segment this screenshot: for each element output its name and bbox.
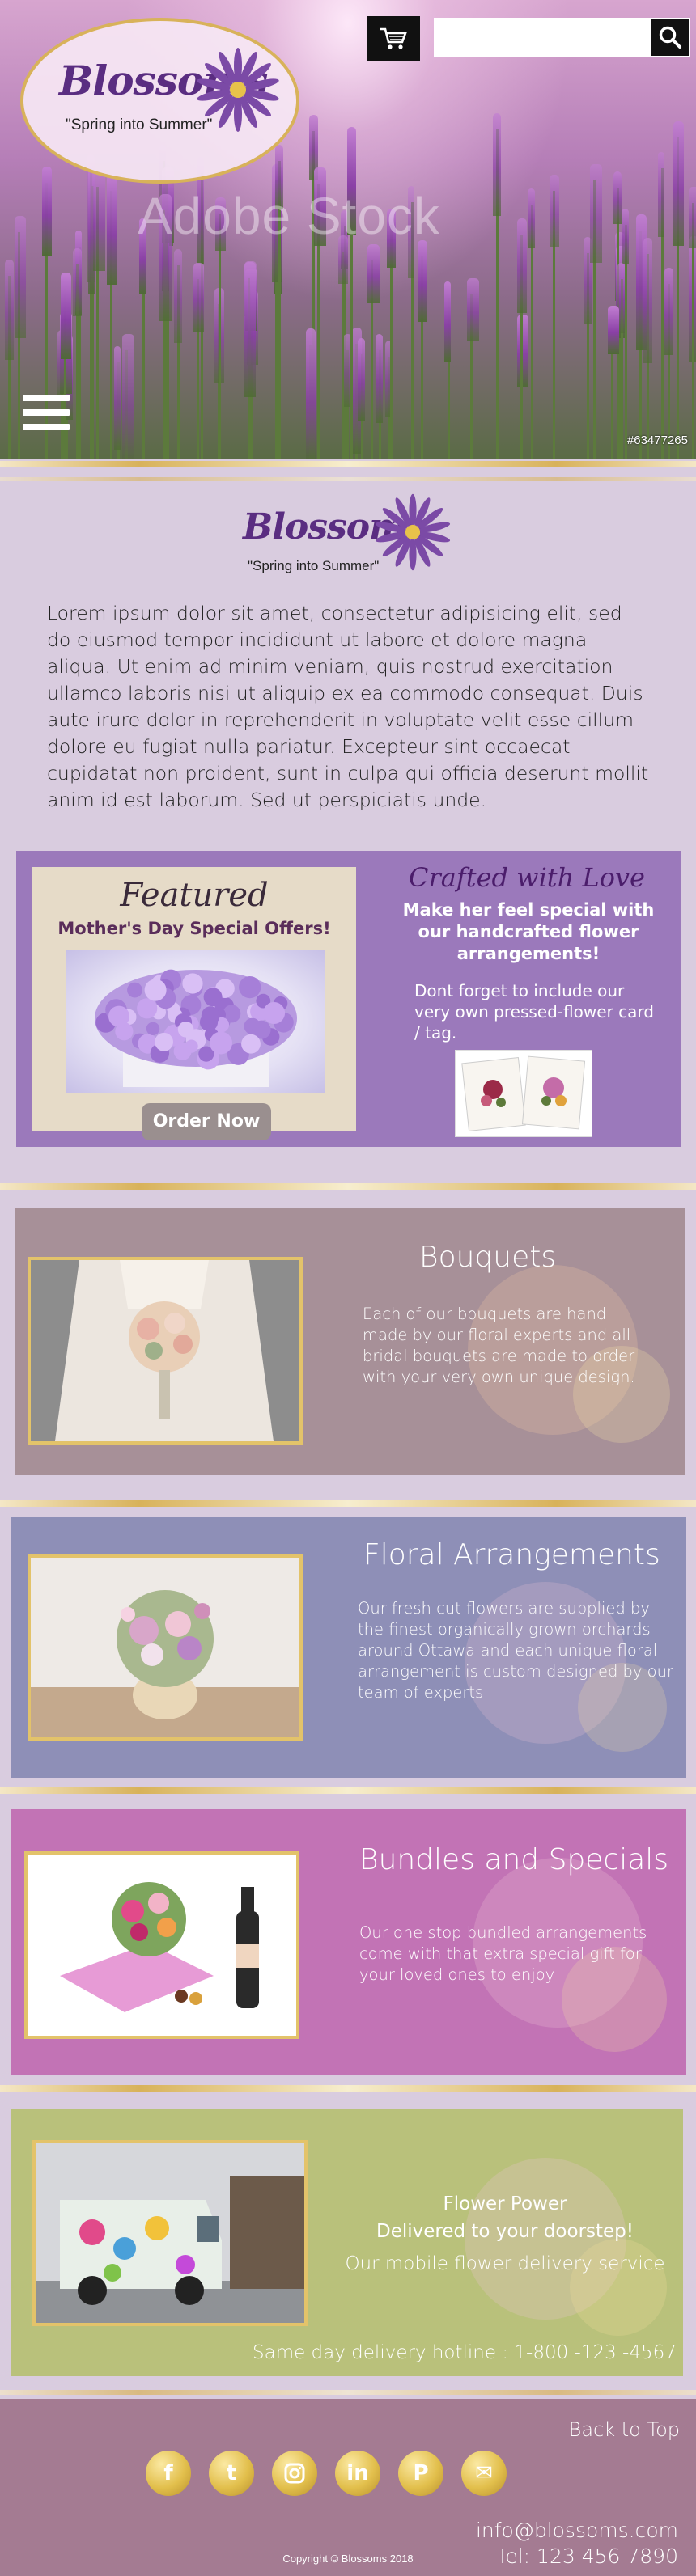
linkedin-icon[interactable]: in (335, 2451, 380, 2496)
search-button[interactable] (651, 18, 690, 57)
gift-bundle-photo (24, 1851, 299, 2039)
gold-divider (0, 477, 696, 481)
delivery-hotline[interactable]: Same day delivery hotline : 1-800 -123 -… (253, 2342, 677, 2363)
logo[interactable]: Blossoms "Spring into Summer" (20, 18, 299, 184)
twitter-icon[interactable]: t (209, 2451, 254, 2496)
delivery-title-line1: Flower Power (443, 2193, 567, 2214)
hamburger-menu-icon[interactable] (23, 395, 70, 442)
gold-divider (0, 2085, 696, 2092)
order-now-button[interactable]: Order Now (142, 1103, 271, 1140)
cart-button[interactable] (367, 16, 420, 61)
floral-arrangements-section: Floral Arrangements Our fresh cut flower… (11, 1517, 686, 1778)
bundles-specials-section: Bundles and Specials Our one stop bundle… (11, 1809, 686, 2075)
search-input[interactable] (434, 18, 651, 57)
search-icon (659, 26, 681, 49)
footer-email[interactable]: info@blossoms.com (476, 2519, 678, 2542)
logo-tagline: "Spring into Summer" (248, 558, 380, 573)
crafted-note: Dont forget to include our very own pres… (414, 981, 654, 1043)
crafted-title: Crafted with Love (409, 862, 645, 893)
featured-panel: Featured Mother's Day Special Offers! Or… (16, 851, 681, 1147)
logo-tagline: "Spring into Summer" (66, 116, 213, 133)
gold-divider (0, 2390, 696, 2395)
intro-paragraph: Lorem ipsum dolor sit amet, consectetur … (47, 602, 649, 811)
delivery-title-line2: Delivered to your doorstep! (376, 2221, 634, 2242)
delivery-section: Flower Power Delivered to your doorstep!… (11, 2109, 683, 2376)
featured-card: Featured Mother's Day Special Offers! Or… (32, 867, 356, 1140)
email-icon[interactable]: ✉ (461, 2451, 507, 2496)
crafted-subtitle: Make her feel special with our handcraft… (402, 900, 655, 963)
hero-banner: Adobe Stock #63477265 Blossoms "Spring i… (0, 0, 696, 459)
daisy-logo-icon (375, 493, 451, 571)
delivery-tagline: Our mobile flower delivery service (345, 2253, 665, 2274)
intro-logo: Blossoms "Spring into Summer" (235, 492, 453, 589)
facebook-icon[interactable]: f (146, 2451, 191, 2496)
arrangements-title: Floral Arrangements (363, 1538, 660, 1571)
instagram-icon[interactable] (272, 2451, 317, 2496)
shopping-cart-icon (380, 27, 407, 49)
bridal-bouquet-photo (28, 1257, 303, 1445)
bouquets-section: Bouquets Each of our bouquets are hand m… (15, 1208, 685, 1475)
pinterest-icon[interactable]: P (398, 2451, 443, 2496)
flower-arrangement-photo (28, 1554, 303, 1741)
bundles-text: Our one stop bundled arrangements come w… (359, 1923, 647, 1984)
footer: Back to Top f t in P ✉ info@blossoms.com Tel… (0, 2399, 696, 2576)
rose-arrangement-image (66, 950, 325, 1093)
gold-divider (0, 1183, 696, 1190)
pressed-flower-cards-image (455, 1050, 592, 1137)
arrangements-text: Our fresh cut flowers are supplied by th… (358, 1599, 673, 1702)
stock-watermark: Adobe Stock (138, 187, 440, 245)
featured-title: Featured (120, 877, 269, 914)
bouquets-title: Bouquets (419, 1241, 557, 1274)
featured-subtitle: Mother's Day Special Offers! (57, 919, 331, 938)
back-to-top-link[interactable]: Back to Top (569, 2418, 680, 2441)
stock-id: #63477265 (626, 434, 688, 447)
gold-divider (0, 1787, 696, 1794)
bouquets-text: Each of our bouquets are hand made by ou… (363, 1305, 635, 1386)
copyright: Copyright © Blossoms 2018 (282, 2553, 414, 2565)
bundles-title: Bundles and Specials (359, 1843, 669, 1876)
gold-divider (0, 1500, 696, 1507)
gold-divider (0, 461, 696, 467)
delivery-truck-photo (32, 2140, 308, 2326)
daisy-logo-icon (197, 48, 279, 132)
